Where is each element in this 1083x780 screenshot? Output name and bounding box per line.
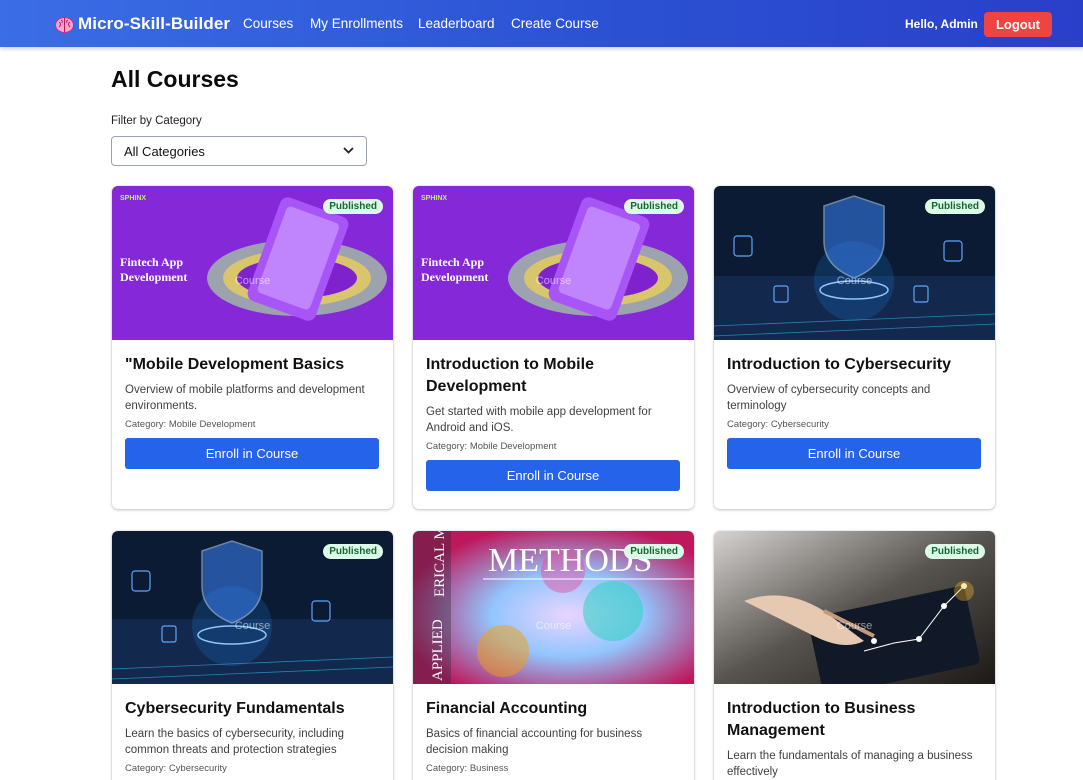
- course-title: Introduction to Business Management: [727, 700, 916, 739]
- course-title: Introduction to Cybersecurity: [727, 356, 952, 373]
- status-badge: Published: [323, 199, 383, 214]
- course-category: Category: Cybersecurity: [727, 419, 829, 430]
- course-thumbnail: Published Course: [112, 531, 393, 684]
- course-card: Fintech App Development SPHINX Published…: [413, 186, 694, 509]
- course-thumbnail: Fintech App Development SPHINX Published…: [112, 186, 393, 340]
- thumb-caption: Course: [234, 275, 271, 287]
- logout-button[interactable]: Logout: [984, 12, 1052, 37]
- course-thumbnail: Fintech App Development SPHINX Published…: [413, 186, 694, 340]
- status-badge: Published: [323, 544, 383, 559]
- course-description: Get started with mobile app development …: [426, 406, 652, 434]
- thumb-text-line-1: Fintech App: [421, 255, 484, 269]
- enroll-button[interactable]: Enroll in Course: [727, 438, 981, 469]
- filter-label: Filter by Category: [111, 115, 202, 127]
- category-filter-select[interactable]: All Categories: [111, 136, 367, 166]
- thumb-caption: Course: [535, 275, 572, 287]
- course-card: Fintech App Development SPHINX Published…: [112, 186, 393, 509]
- course-description: Learn the basics of cybersecurity, inclu…: [125, 728, 345, 756]
- nav-link-create-course[interactable]: Create Course: [511, 16, 599, 32]
- user-greeting: Hello, Admin: [905, 17, 978, 31]
- thumb-caption: Course: [234, 620, 271, 632]
- nav-link-courses[interactable]: Courses: [243, 16, 293, 32]
- course-description: Overview of mobile platforms and develop…: [125, 384, 365, 412]
- chevron-down-icon: [343, 146, 354, 157]
- thumb-logo: SPHINX: [421, 195, 447, 202]
- top-navbar: Micro-Skill-Builder Courses My Enrollmen…: [0, 0, 1083, 47]
- thumb-caption: Course: [836, 620, 873, 632]
- course-title: Cybersecurity Fundamentals: [125, 700, 345, 717]
- thumb-caption: Course: [836, 275, 873, 287]
- course-description: Basics of financial accounting for busin…: [426, 728, 643, 756]
- thumb-logo: SPHINX: [120, 195, 146, 202]
- enroll-button[interactable]: Enroll in Course: [426, 460, 680, 491]
- course-category: Category: Mobile Development: [125, 419, 256, 430]
- course-thumbnail: Published Course: [714, 531, 995, 684]
- course-card: METHODS APPLIED ERICAL METHODS Published…: [413, 531, 694, 780]
- course-thumbnail: METHODS APPLIED ERICAL METHODS Published…: [413, 531, 694, 684]
- course-card: Published Course Introduction to Cyberse…: [714, 186, 995, 509]
- course-thumbnail: Published Course: [714, 186, 995, 340]
- status-badge: Published: [624, 199, 684, 214]
- status-badge: Published: [925, 544, 985, 559]
- course-description: Learn the fundamentals of managing a bus…: [727, 750, 973, 778]
- nav-link-my-enrollments[interactable]: My Enrollments: [310, 16, 403, 32]
- brain-icon: [54, 14, 75, 35]
- course-description: Overview of cybersecurity concepts and t…: [727, 384, 931, 412]
- brand-name: Micro-Skill-Builder: [78, 14, 231, 33]
- course-category: Category: Business: [426, 763, 509, 774]
- course-card: Published Course Cybersecurity Fundament…: [112, 531, 393, 780]
- course-category: Category: Mobile Development: [426, 441, 557, 452]
- brand-link[interactable]: Micro-Skill-Builder: [54, 13, 230, 35]
- nav-link-leaderboard[interactable]: Leaderboard: [418, 16, 495, 32]
- course-category: Category: Cybersecurity: [125, 763, 227, 774]
- status-badge: Published: [925, 199, 985, 214]
- course-title: "Mobile Development Basics: [125, 356, 345, 373]
- course-title: Introduction to Mobile Development: [426, 356, 594, 395]
- thumb-text-line-1: Fintech App: [120, 255, 183, 269]
- thumb-text-erical: ERICAL METHODS: [432, 531, 448, 597]
- thumb-caption: Course: [535, 620, 572, 632]
- status-badge: Published: [624, 544, 684, 559]
- enroll-button[interactable]: Enroll in Course: [125, 438, 379, 469]
- course-title: Financial Accounting: [426, 700, 588, 717]
- category-filter-value: All Categories: [124, 143, 205, 159]
- course-card: Published Course Introduction to Busines…: [714, 531, 995, 780]
- page-title: All Courses: [111, 66, 239, 92]
